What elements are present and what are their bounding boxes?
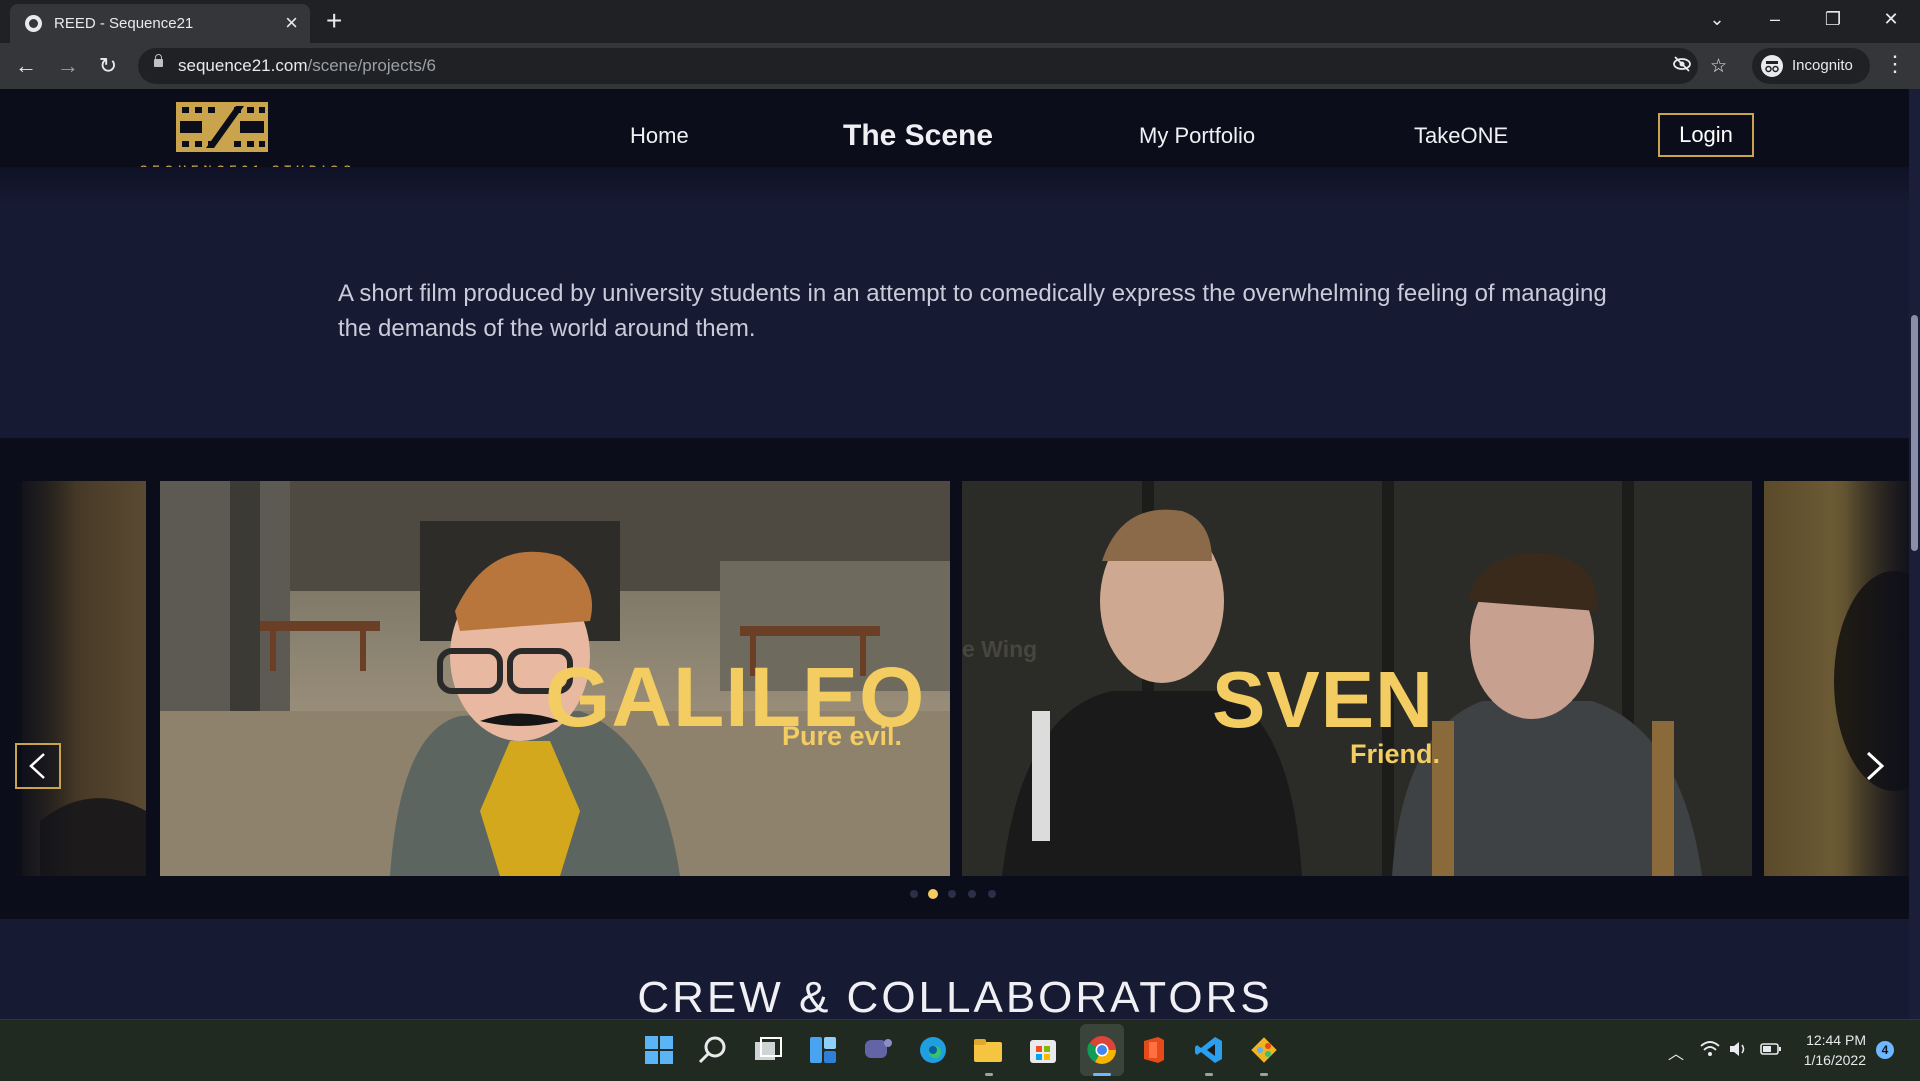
character-name-sven: SVEN xyxy=(1212,655,1434,744)
nav-my-portfolio-link[interactable]: My Portfolio xyxy=(1139,123,1255,149)
carousel-dot-2[interactable] xyxy=(928,889,938,899)
file-explorer-icon[interactable] xyxy=(972,1034,1004,1066)
url-text[interactable]: sequence21.com/scene/projects/6 xyxy=(178,56,436,76)
bookmark-star-icon[interactable]: ☆ xyxy=(1710,55,1727,78)
url-path: /scene/projects/6 xyxy=(307,56,436,75)
clock-time: 12:44 PM xyxy=(1806,1032,1866,1048)
taskbar-clock[interactable]: 12:44 PM 1/16/2022 xyxy=(1790,1030,1866,1070)
volume-icon[interactable] xyxy=(1728,1040,1748,1058)
git-client-icon[interactable] xyxy=(1248,1034,1280,1066)
crew-section-heading: CREW & COLLABORATORS xyxy=(637,973,1273,1019)
carousel-prev-button[interactable] xyxy=(15,743,61,789)
search-icon[interactable] xyxy=(697,1034,729,1066)
new-tab-button[interactable]: + xyxy=(326,5,342,37)
tab-title: REED - Sequence21 xyxy=(54,15,194,32)
git-running-indicator xyxy=(1260,1073,1268,1076)
chrome-running-indicator xyxy=(1093,1073,1111,1076)
site-favicon-icon xyxy=(25,15,42,32)
edge-browser-icon[interactable] xyxy=(917,1034,949,1066)
close-tab-icon[interactable]: × xyxy=(285,10,298,36)
sequence21-logo[interactable] xyxy=(176,102,268,152)
website-viewport: SEQUENCE21 STUDIOS Home The Scene My Por… xyxy=(0,89,1920,1019)
clock-date: 1/16/2022 xyxy=(1803,1052,1866,1068)
chrome-icon[interactable] xyxy=(1086,1034,1118,1066)
page-scrollbar[interactable] xyxy=(1909,89,1920,1019)
back-arrow-icon[interactable]: ← xyxy=(10,51,42,83)
carousel-dot-4[interactable] xyxy=(968,890,976,898)
wifi-icon[interactable] xyxy=(1700,1040,1720,1058)
carousel-slide-galileo[interactable]: GALILEO Pure evil. xyxy=(160,481,950,876)
carousel-dot-3[interactable] xyxy=(948,890,956,898)
browser-tabstrip: REED - Sequence21 × + ⌄ – ❐ ✕ xyxy=(0,0,1920,43)
browser-tab[interactable]: REED - Sequence21 × xyxy=(10,4,310,43)
minimize-button[interactable]: – xyxy=(1760,6,1790,32)
address-bar[interactable]: sequence21.com/scene/projects/6 xyxy=(138,48,1698,84)
character-tagline-galileo: Pure evil. xyxy=(782,721,903,751)
nav-takeone-link[interactable]: TakeONE xyxy=(1414,123,1508,149)
forward-arrow-icon[interactable]: → xyxy=(52,51,84,83)
carousel-slide-sven[interactable]: e Wing SVEN Friend. xyxy=(962,481,1752,876)
nav-the-scene-link[interactable]: The Scene xyxy=(843,119,993,153)
teams-chat-icon[interactable] xyxy=(862,1034,894,1066)
task-view-icon[interactable] xyxy=(752,1034,784,1066)
carousel-dot-5[interactable] xyxy=(988,890,996,898)
eye-off-icon[interactable] xyxy=(1672,55,1692,79)
incognito-label: Incognito xyxy=(1792,57,1853,74)
tab-search-chevron-icon[interactable]: ⌄ xyxy=(1702,6,1732,32)
chevron-left-icon xyxy=(29,753,45,779)
chevron-right-icon xyxy=(1866,751,1885,781)
carousel-dot-1[interactable] xyxy=(910,890,918,898)
vscode-running-indicator xyxy=(1205,1073,1213,1076)
windows-start-icon[interactable] xyxy=(643,1034,675,1066)
widgets-icon[interactable] xyxy=(807,1034,839,1066)
carousel-left-fade xyxy=(0,438,75,919)
battery-icon[interactable] xyxy=(1760,1041,1782,1057)
header-shadow xyxy=(0,167,1920,207)
scrollbar-thumb[interactable] xyxy=(1911,315,1918,551)
vscode-icon[interactable] xyxy=(1193,1034,1225,1066)
character-carousel: GALILEO Pure evil. e Wing SVEN Friend. xyxy=(0,438,1920,919)
incognito-profile-button[interactable]: Incognito xyxy=(1752,48,1870,84)
project-description: A short film produced by university stud… xyxy=(338,280,1607,342)
notification-badge[interactable]: 4 xyxy=(1876,1041,1894,1059)
browser-toolbar: ← → ↻ sequence21.com/scene/projects/6 ☆ … xyxy=(0,43,1920,89)
incognito-icon xyxy=(1761,55,1783,77)
microsoft-store-icon[interactable] xyxy=(1027,1034,1059,1066)
login-button[interactable]: Login xyxy=(1658,113,1754,157)
reload-icon[interactable]: ↻ xyxy=(92,51,124,83)
restore-button[interactable]: ❐ xyxy=(1818,6,1848,32)
tray-overflow-chevron-icon[interactable]: ︿ xyxy=(1668,1040,1684,1064)
site-header: SEQUENCE21 STUDIOS Home The Scene My Por… xyxy=(0,89,1920,176)
nav-home-link[interactable]: Home xyxy=(630,123,689,149)
sven-background-sign-text: e Wing xyxy=(962,636,1038,662)
close-window-button[interactable]: ✕ xyxy=(1876,6,1906,32)
office-icon[interactable] xyxy=(1138,1034,1170,1066)
url-host: sequence21.com xyxy=(178,56,308,75)
lock-icon[interactable] xyxy=(154,54,163,67)
character-tagline-sven: Friend. xyxy=(1350,739,1441,769)
carousel-next-button[interactable] xyxy=(1850,743,1896,789)
explorer-running-indicator xyxy=(985,1073,993,1076)
windows-taskbar: ︿ 12:44 PM 1/16/2022 4 xyxy=(0,1019,1920,1081)
browser-menu-icon[interactable]: ⋮ xyxy=(1884,51,1906,77)
